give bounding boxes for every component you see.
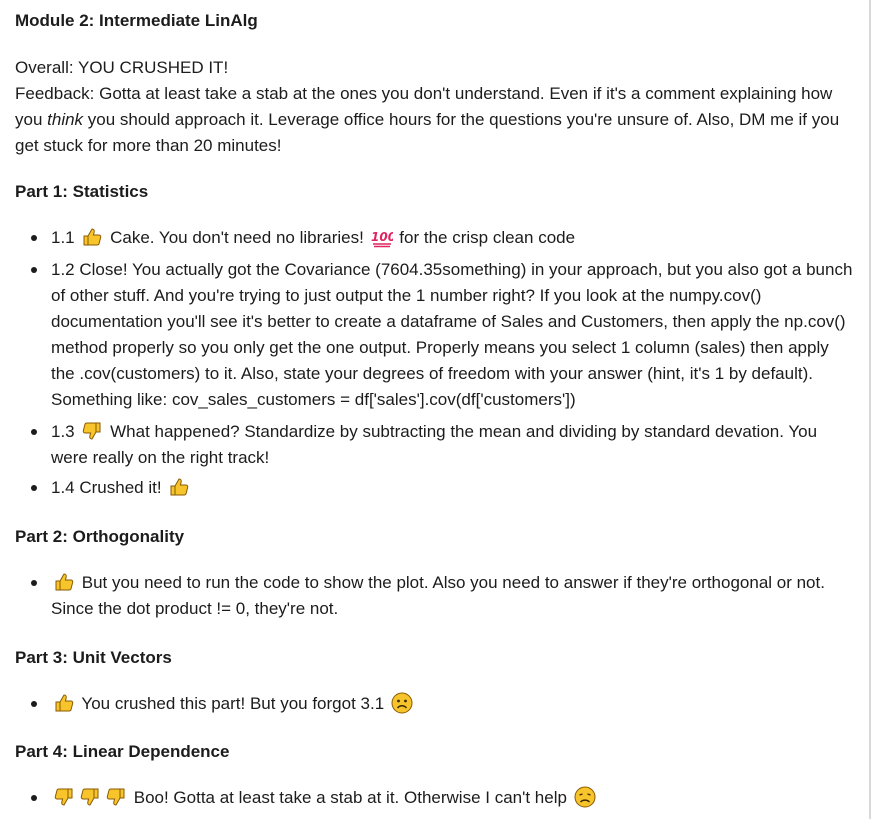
thumbs-up-icon — [168, 476, 190, 498]
part-4-list: Boo! Gotta at least take a stab at it. O… — [15, 785, 855, 811]
list-item-4-1: Boo! Gotta at least take a stab at it. O… — [15, 785, 855, 811]
thumbs-down-icon — [53, 786, 75, 808]
thumbs-up-icon — [53, 692, 75, 714]
thumbs-up-icon — [53, 571, 75, 593]
list-item-1-3: 1.3 What happened? Standardize by subtra… — [15, 419, 855, 471]
page-title: Module 2: Intermediate LinAlg — [15, 11, 258, 30]
item-text: 1.2 Close! You actually got the Covarian… — [51, 260, 853, 409]
list-item-1-2: 1.2 Close! You actually got the Covarian… — [15, 257, 855, 413]
item-text: What happened? Standardize by subtractin… — [51, 422, 818, 467]
item-prefix: 1.3 — [51, 422, 75, 441]
feedback-paragraph: Feedback: Gotta at least take a stab at … — [15, 81, 855, 159]
disappointed-face-icon — [574, 786, 596, 808]
item-text: Cake. You don't need no libraries! — [110, 228, 364, 247]
feedback-text-2: you should approach it. Leverage office … — [15, 110, 840, 155]
overall-line: Overall: YOU CRUSHED IT! — [15, 58, 229, 77]
feedback-emphasis: think — [47, 110, 84, 129]
list-item-3-1: You crushed this part! But you forgot 3.… — [15, 691, 855, 717]
hundred-points-icon: 100 — [371, 226, 393, 248]
thumbs-up-icon — [81, 226, 103, 248]
part-4-heading: Part 4: Linear Dependence — [15, 742, 230, 761]
item-text-2: for the crisp clean code — [399, 228, 576, 247]
part-3-list: You crushed this part! But you forgot 3.… — [15, 691, 855, 717]
thumbs-down-icon — [105, 786, 127, 808]
item-text: 1.4 Crushed it! — [51, 478, 162, 497]
thumbs-down-icon — [81, 420, 103, 442]
list-item-2-1: But you need to run the code to show the… — [15, 570, 855, 622]
part-3-heading: Part 3: Unit Vectors — [15, 648, 172, 667]
part-1-list: 1.1 Cake. You don't need no libraries! 1… — [15, 225, 855, 501]
thumbs-down-icon — [79, 786, 101, 808]
part-2-list: But you need to run the code to show the… — [15, 570, 855, 622]
frowning-face-icon — [391, 692, 413, 714]
svg-text:100: 100 — [371, 230, 393, 244]
part-2-heading: Part 2: Orthogonality — [15, 527, 185, 546]
list-item-1-1: 1.1 Cake. You don't need no libraries! 1… — [15, 225, 855, 251]
item-prefix: 1.1 — [51, 228, 75, 247]
item-text: But you need to run the code to show the… — [51, 573, 825, 618]
part-1-heading: Part 1: Statistics — [15, 182, 149, 201]
item-text: Boo! Gotta at least take a stab at it. O… — [133, 788, 567, 807]
list-item-1-4: 1.4 Crushed it! — [15, 475, 855, 501]
item-text: You crushed this part! But you forgot 3.… — [81, 694, 385, 713]
